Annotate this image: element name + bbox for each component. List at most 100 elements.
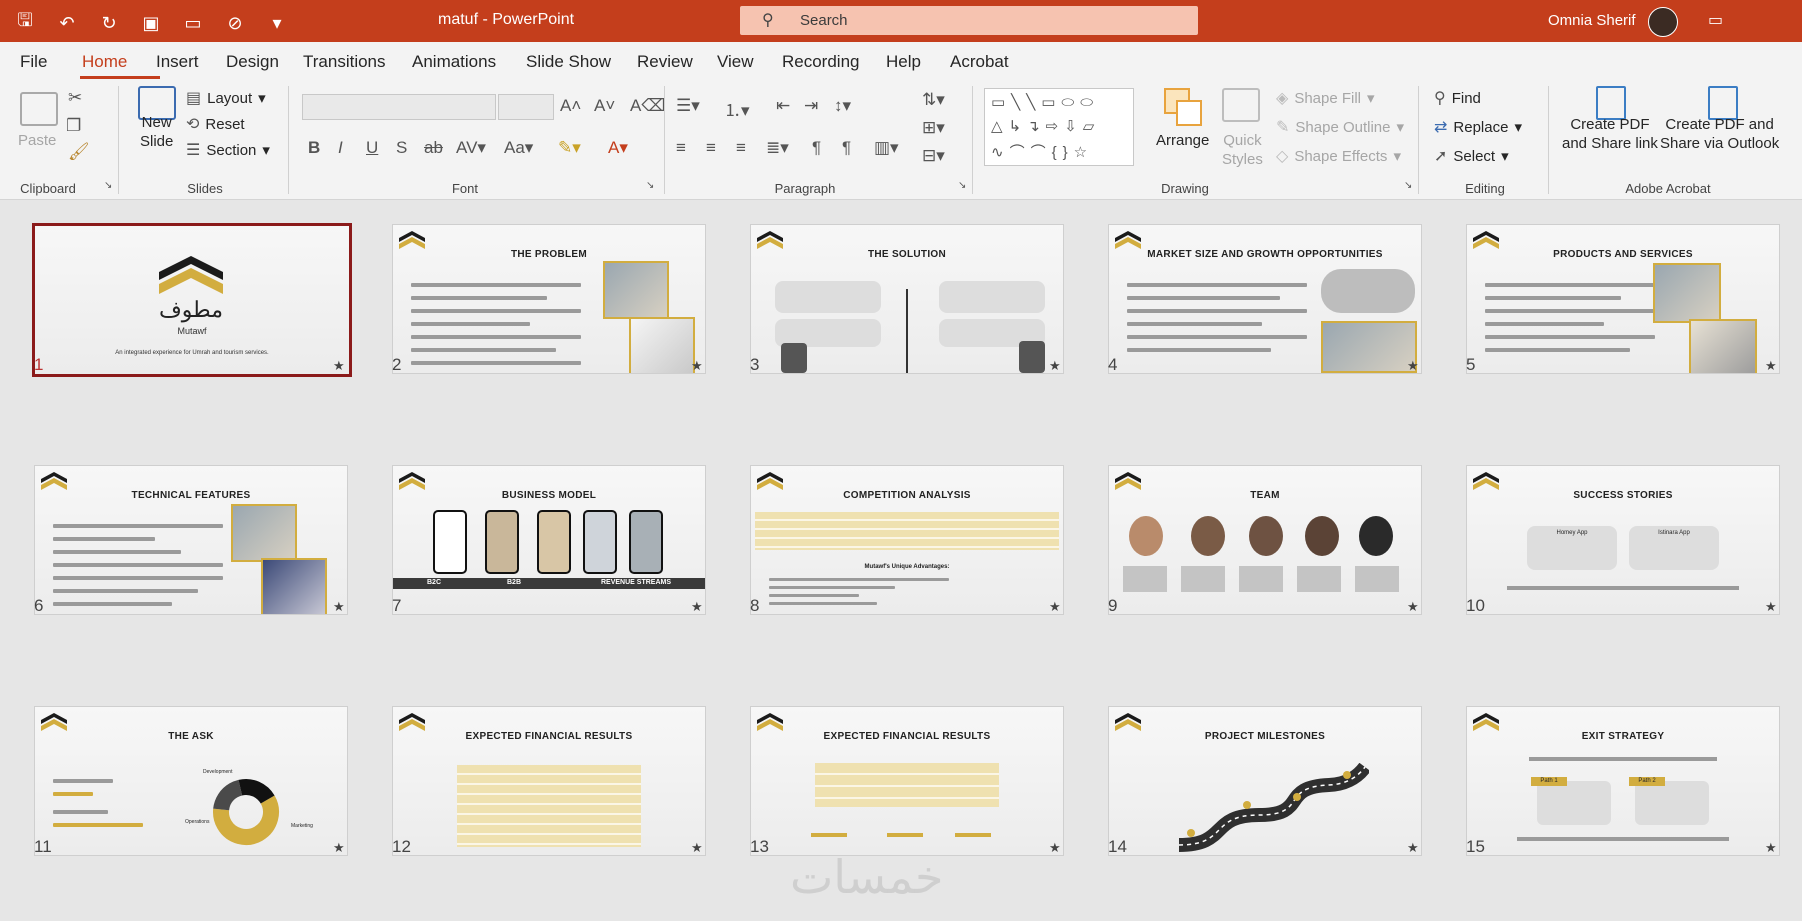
transition-star-icon[interactable]: ★ — [1765, 599, 1777, 615]
tab-insert[interactable]: Insert — [156, 52, 199, 72]
copy-icon[interactable]: ❐ — [66, 116, 81, 136]
shape-fill-button[interactable]: ◈ Shape Fill ▾ — [1276, 88, 1375, 108]
change-case-icon[interactable]: Aa▾ — [504, 138, 533, 158]
replace-button[interactable]: ⇄ Replace ▾ — [1434, 117, 1522, 137]
slide-thumbnail-12[interactable]: EXPECTED FINANCIAL RESULTS — [392, 706, 706, 856]
highlight-icon[interactable]: ✎▾ — [558, 138, 581, 158]
transition-star-icon[interactable]: ★ — [1765, 840, 1777, 856]
font-launcher-icon[interactable]: ↘ — [646, 180, 654, 191]
select-button[interactable]: ➚ Select ▾ — [1434, 146, 1509, 166]
shadow-icon[interactable]: S — [396, 138, 407, 158]
increase-indent-icon[interactable]: ⇥ — [804, 96, 818, 116]
slide-thumbnail-10[interactable]: SUCCESS STORIES Homey App Istinara App — [1466, 465, 1780, 615]
transition-star-icon[interactable]: ★ — [1407, 840, 1419, 856]
save-icon[interactable]: 🖫 — [14, 8, 36, 38]
quick-styles-button[interactable]: Quick Styles — [1222, 132, 1263, 168]
slide-thumbnail-2[interactable]: THE PROBLEM — [392, 224, 706, 374]
slide-thumbnail-5[interactable]: PRODUCTS AND SERVICES — [1466, 224, 1780, 374]
align-text-icon[interactable]: ⊞▾ — [922, 118, 945, 138]
transition-star-icon[interactable]: ★ — [691, 599, 703, 615]
strikethrough-icon[interactable]: ab — [424, 138, 443, 158]
tab-recording[interactable]: Recording — [782, 52, 860, 72]
layout-button[interactable]: ▤ Layout ▾ — [186, 88, 266, 108]
tab-slide-show[interactable]: Slide Show — [526, 52, 611, 72]
columns-icon[interactable]: ▥▾ — [874, 138, 899, 158]
underline-icon[interactable]: U — [366, 138, 378, 158]
undo-icon[interactable]: ↶ — [56, 13, 78, 34]
tab-home[interactable]: Home — [82, 52, 127, 72]
decrease-indent-icon[interactable]: ⇤ — [776, 96, 790, 116]
tab-review[interactable]: Review — [637, 52, 693, 72]
ribbon-display-icon[interactable]: ▭ — [1708, 10, 1723, 30]
create-pdf-share-link-button[interactable]: Create PDF and Share link — [1562, 116, 1658, 152]
search-box[interactable]: ⚲ Search — [740, 6, 1198, 35]
arrange-button[interactable]: Arrange — [1156, 132, 1209, 149]
font-color-icon[interactable]: A▾ — [608, 138, 628, 158]
shape-outline-button[interactable]: ✎ Shape Outline ▾ — [1276, 117, 1404, 137]
justify-icon[interactable]: ≣▾ — [766, 138, 789, 158]
text-direction-icon[interactable]: ⇅▾ — [922, 90, 945, 110]
bold-icon[interactable]: B — [308, 138, 320, 158]
avatar[interactable] — [1648, 7, 1678, 37]
tab-acrobat[interactable]: Acrobat — [950, 52, 1009, 72]
slide-thumbnail-4[interactable]: MARKET SIZE AND GROWTH OPPORTUNITIES — [1108, 224, 1422, 374]
slide-thumbnail-6[interactable]: TECHNICAL FEATURES — [34, 465, 348, 615]
paragraph-launcher-icon[interactable]: ↘ — [958, 180, 966, 191]
transition-star-icon[interactable]: ★ — [333, 840, 345, 856]
format-painter-icon[interactable]: 🖌 — [68, 142, 90, 162]
slide-thumbnail-11[interactable]: THE ASK Development Operations Marketing — [34, 706, 348, 856]
slide-thumbnail-7[interactable]: BUSINESS MODEL B2C B2B REVENUE STREAMS — [392, 465, 706, 615]
tab-view[interactable]: View — [717, 52, 754, 72]
reset-button[interactable]: ⟲ Reset — [186, 114, 245, 134]
paste-button[interactable]: Paste — [18, 132, 56, 149]
tab-design[interactable]: Design — [226, 52, 279, 72]
rtl-icon[interactable]: ¶ — [842, 138, 851, 158]
clear-formatting-icon[interactable]: A⌫ — [630, 96, 665, 116]
align-center-icon[interactable]: ≡ — [706, 138, 716, 158]
increase-font-icon[interactable]: A˄ — [560, 96, 581, 116]
slide-thumbnail-1[interactable]: مطوف Mutawf An integrated experience for… — [32, 223, 352, 377]
tab-file[interactable]: File — [20, 52, 47, 72]
drawing-launcher-icon[interactable]: ↘ — [1404, 180, 1412, 191]
shapes-gallery[interactable]: ▭╲╲▭⬭⬭ △↳↴⇨⇩▱ ∿⌒⌒{}☆ — [984, 88, 1134, 166]
slide-thumbnail-8[interactable]: COMPETITION ANALYSIS Mutawf's Unique Adv… — [750, 465, 1064, 615]
slideshow-icon[interactable]: ▭ — [182, 13, 204, 34]
create-pdf-outlook-button[interactable]: Create PDF and Share via Outlook — [1660, 116, 1779, 152]
transition-star-icon[interactable]: ★ — [691, 840, 703, 856]
section-button[interactable]: ☰ Section ▾ — [186, 140, 270, 160]
cut-icon[interactable]: ✂ — [68, 88, 82, 108]
bullets-icon[interactable]: ☰▾ — [676, 96, 700, 116]
clipboard-launcher-icon[interactable]: ↘ — [104, 180, 112, 191]
tab-help[interactable]: Help — [886, 52, 921, 72]
decrease-font-icon[interactable]: A˅ — [594, 96, 615, 116]
align-left-icon[interactable]: ≡ — [676, 138, 686, 158]
slide-thumbnail-14[interactable]: PROJECT MILESTONES — [1108, 706, 1422, 856]
redo-icon[interactable]: ↻ — [98, 13, 120, 34]
user-name[interactable]: Omnia Sherif — [1548, 12, 1636, 29]
smartart-icon[interactable]: ⊟▾ — [922, 146, 945, 166]
transition-star-icon[interactable]: ★ — [691, 358, 703, 374]
line-spacing-icon[interactable]: ↕▾ — [834, 96, 851, 116]
font-size-combo[interactable] — [498, 94, 554, 120]
present-icon[interactable]: ▣ — [140, 13, 162, 34]
numbering-icon[interactable]: ⒈▾ — [724, 96, 750, 121]
slide-thumbnail-9[interactable]: TEAM — [1108, 465, 1422, 615]
transition-star-icon[interactable]: ★ — [1407, 599, 1419, 615]
ltr-icon[interactable]: ¶ — [812, 138, 821, 158]
char-spacing-icon[interactable]: AV▾ — [456, 138, 486, 158]
tab-transitions[interactable]: Transitions — [303, 52, 386, 72]
transition-star-icon[interactable]: ★ — [333, 599, 345, 615]
tab-animations[interactable]: Animations — [412, 52, 496, 72]
transition-star-icon[interactable]: ★ — [333, 358, 345, 374]
align-right-icon[interactable]: ≡ — [736, 138, 746, 158]
transition-star-icon[interactable]: ★ — [1049, 358, 1061, 374]
transition-star-icon[interactable]: ★ — [1407, 358, 1419, 374]
slide-thumbnail-15[interactable]: EXIT STRATEGY Path 1 Path 2 — [1466, 706, 1780, 856]
italic-icon[interactable]: I — [338, 138, 343, 158]
shape-effects-button[interactable]: ◇ Shape Effects ▾ — [1276, 146, 1401, 166]
transition-star-icon[interactable]: ★ — [1765, 358, 1777, 374]
font-name-combo[interactable] — [302, 94, 496, 120]
slide-thumbnail-3[interactable]: THE SOLUTION — [750, 224, 1064, 374]
touch-mode-icon[interactable]: ⊘ — [224, 13, 246, 34]
customize-qat-icon[interactable]: ▾ — [266, 13, 288, 34]
